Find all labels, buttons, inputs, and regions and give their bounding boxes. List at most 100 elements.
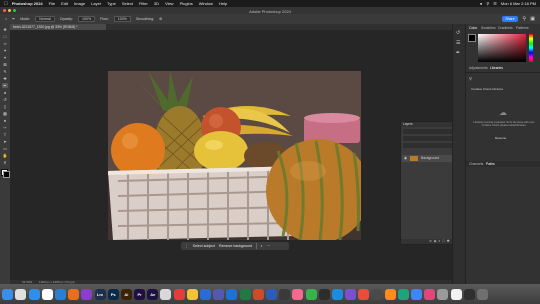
healing-tool-icon[interactable]: ✚ <box>2 76 8 81</box>
hand-tool-icon[interactable]: ✋ <box>2 153 8 158</box>
settings-gear-icon[interactable]: ⚙ <box>159 17 162 21</box>
dock-app-app20[interactable] <box>463 288 475 300</box>
dock-app-app4[interactable] <box>186 288 198 300</box>
dock-app-app19[interactable] <box>450 288 462 300</box>
menu-view[interactable]: View <box>165 1 174 6</box>
menu-edit[interactable]: Edit <box>61 1 68 6</box>
libraries-search-icon[interactable]: ⚲ <box>469 76 472 81</box>
more-options-icon[interactable]: ⋯ <box>267 244 271 248</box>
dock-app-after-effects[interactable]: Ae <box>147 288 159 300</box>
dock-app-teams[interactable] <box>213 288 225 300</box>
frame-tool-icon[interactable]: ⊠ <box>2 62 8 67</box>
brush-settings-icon[interactable]: ✒ <box>456 50 460 56</box>
home-icon[interactable]: ⌂ <box>5 17 7 21</box>
opacity-field[interactable]: 100% <box>77 16 96 22</box>
gradient-tool-icon[interactable]: ▩ <box>2 111 8 116</box>
tab-color[interactable]: Color <box>469 26 477 30</box>
blur-tool-icon[interactable]: ● <box>2 118 8 123</box>
dock-app-app5[interactable] <box>200 288 211 300</box>
dock-app-powerpoint[interactable] <box>252 288 264 300</box>
quick-select-tool-icon[interactable]: ✦ <box>2 48 8 53</box>
dock-app-trash[interactable] <box>476 288 488 300</box>
dock-app-photoshop[interactable]: Ps <box>107 288 119 300</box>
workspace-icon[interactable]: ▣ <box>530 16 535 22</box>
menu-layer[interactable]: Layer <box>91 1 101 6</box>
dock-app-word[interactable] <box>265 288 277 300</box>
dock-app-chrome[interactable] <box>41 288 53 300</box>
dock-app-lightroom-classic[interactable]: Lrc <box>94 288 106 300</box>
menu-image[interactable]: Image <box>74 1 85 6</box>
resume-link[interactable]: Resume <box>495 136 506 140</box>
eraser-tool-icon[interactable]: ▯ <box>2 104 8 109</box>
remove-background-button[interactable]: Remove background <box>219 244 252 248</box>
dock-app-app7[interactable] <box>292 288 304 300</box>
tab-adjustments[interactable]: Adjustments <box>469 66 488 70</box>
menu-type[interactable]: Type <box>107 1 116 6</box>
tab-patterns[interactable]: Patterns <box>516 26 529 30</box>
menu-help[interactable]: Help <box>219 1 227 6</box>
layer-filter-row[interactable] <box>403 129 459 134</box>
search-icon[interactable]: ⚲ <box>522 16 526 22</box>
dock-app-firefox[interactable] <box>68 288 80 300</box>
marquee-tool-icon[interactable]: □ <box>2 34 8 39</box>
dock-app-app14[interactable] <box>384 288 396 300</box>
dock-app-app17[interactable] <box>424 288 436 300</box>
hue-slider[interactable] <box>529 34 533 62</box>
tab-libraries[interactable]: Libraries <box>490 66 503 70</box>
menu-filter[interactable]: Filter <box>139 1 148 6</box>
eye-icon[interactable]: ◉ <box>404 155 407 162</box>
document-canvas-image[interactable] <box>108 71 361 240</box>
dock-app-app9[interactable] <box>318 288 330 300</box>
dock-app-app16[interactable] <box>411 288 422 300</box>
dock-app-app1[interactable] <box>81 288 93 300</box>
dock-app-app10[interactable] <box>331 288 343 300</box>
tab-channels[interactable]: Channels <box>469 162 483 166</box>
menu-app[interactable]: Photoshop 2024 <box>12 1 43 6</box>
tab-gradients[interactable]: Gradients <box>498 26 513 30</box>
color-picker-field[interactable] <box>478 34 526 62</box>
tab-paths[interactable]: Paths <box>486 162 495 166</box>
dock-app-app11[interactable] <box>345 288 357 300</box>
apple-menu-icon[interactable]:  <box>4 1 8 7</box>
lasso-tool-icon[interactable]: ∞ <box>2 41 8 46</box>
path-select-tool-icon[interactable]: ➤ <box>2 139 8 144</box>
type-tool-icon[interactable]: T <box>2 132 8 137</box>
dock-app-app12[interactable] <box>358 288 370 300</box>
menu-3d[interactable]: 3D <box>154 1 159 6</box>
wifi-icon[interactable]: ● <box>480 1 482 6</box>
dock-app-outlook[interactable] <box>226 288 238 300</box>
menu-plugins[interactable]: Plugins <box>180 1 193 6</box>
color-fg-swatch[interactable] <box>468 34 476 42</box>
dock-app-safari[interactable] <box>28 288 40 300</box>
dock-app-app2[interactable] <box>160 288 172 300</box>
search-icon[interactable]: ⚲ <box>486 1 489 6</box>
flow-field[interactable]: 100% <box>113 16 131 22</box>
shape-tool-icon[interactable]: ▭ <box>2 146 8 151</box>
dock-app-premiere[interactable]: Pr <box>134 288 146 300</box>
tab-swatches[interactable]: Swatches <box>481 26 496 30</box>
control-center-icon[interactable]: ☰ <box>493 1 497 6</box>
properties-icon[interactable]: ☰ <box>456 40 460 46</box>
foreground-color-swatch[interactable] <box>3 171 10 178</box>
dock-app-finder[interactable] <box>2 288 14 300</box>
dock-app-app3[interactable] <box>173 288 185 300</box>
dock-app-illustrator[interactable]: Ai <box>120 288 132 300</box>
crop-tool-icon[interactable]: ⌖ <box>2 55 8 60</box>
brush-tool-icon[interactable]: ✒ <box>12 17 15 21</box>
brush-tool-icon[interactable]: ✒ <box>2 83 8 88</box>
history-brush-icon[interactable]: ↺ <box>2 97 8 102</box>
move-handle-icon[interactable]: ⋮ <box>185 244 189 248</box>
dock-app-app6[interactable] <box>279 288 291 300</box>
lock-row[interactable] <box>403 143 459 148</box>
dock-app-app18[interactable] <box>437 288 449 300</box>
eyedropper-tool-icon[interactable]: ✎ <box>2 69 8 74</box>
move-tool-icon[interactable]: ✥ <box>2 27 8 32</box>
stamp-tool-icon[interactable]: ♠ <box>2 90 8 95</box>
share-button[interactable]: Share <box>502 16 518 22</box>
dock-app-app15[interactable] <box>397 288 409 300</box>
select-subject-button[interactable]: Select subject <box>193 244 215 248</box>
menu-file[interactable]: File <box>49 1 55 6</box>
dock-app-app8[interactable] <box>305 288 317 300</box>
dock-app-app13[interactable] <box>371 288 383 300</box>
dock-app-launchpad[interactable] <box>15 288 27 300</box>
